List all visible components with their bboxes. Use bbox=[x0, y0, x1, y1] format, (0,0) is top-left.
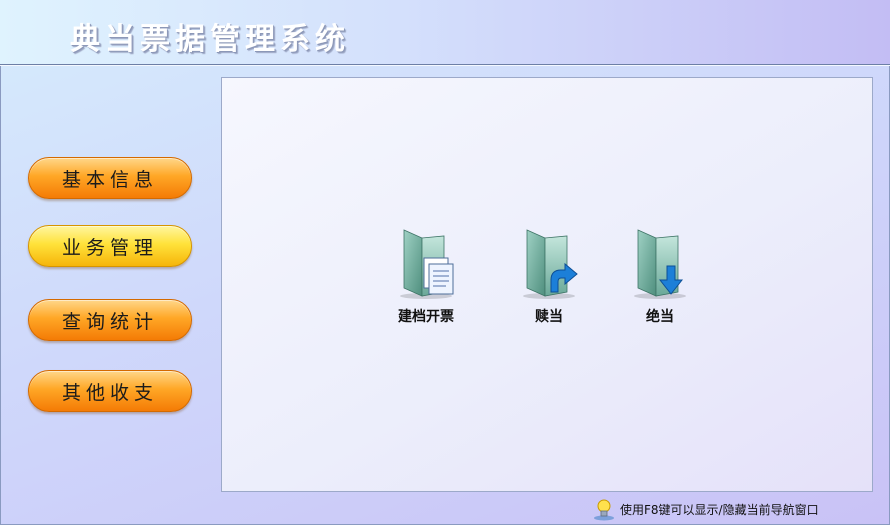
action-label: 绝当 bbox=[646, 309, 674, 325]
lightbulb-icon bbox=[594, 499, 614, 521]
folder-redeem-icon bbox=[523, 229, 578, 299]
action-create-ticket[interactable]: 建档开票 bbox=[394, 226, 458, 326]
app-title: 典当票据管理系统 bbox=[70, 22, 350, 57]
action-label: 赎当 bbox=[535, 309, 563, 325]
hint-text: 使用F8键可以显示/隐藏当前导航窗口 bbox=[620, 502, 819, 517]
nav-button-query-statistics[interactable]: 查询统计 bbox=[28, 299, 192, 341]
action-redeem[interactable]: 赎当 bbox=[517, 226, 581, 326]
folder-forfeit-icon bbox=[634, 229, 686, 299]
title-bar: 典当票据管理系统 bbox=[0, 0, 890, 65]
content-panel: 建档开票 赎当 绝当 bbox=[221, 77, 873, 492]
folder-document-icon bbox=[400, 229, 454, 299]
nav-button-business-management[interactable]: 业务管理 bbox=[28, 225, 192, 267]
action-forfeit[interactable]: 绝当 bbox=[628, 226, 692, 326]
status-hint: 使用F8键可以显示/隐藏当前导航窗口 bbox=[592, 496, 819, 522]
action-label: 建档开票 bbox=[398, 309, 454, 325]
nav-button-other-income-expense[interactable]: 其他收支 bbox=[28, 370, 192, 412]
nav-button-basic-info[interactable]: 基本信息 bbox=[28, 157, 192, 199]
